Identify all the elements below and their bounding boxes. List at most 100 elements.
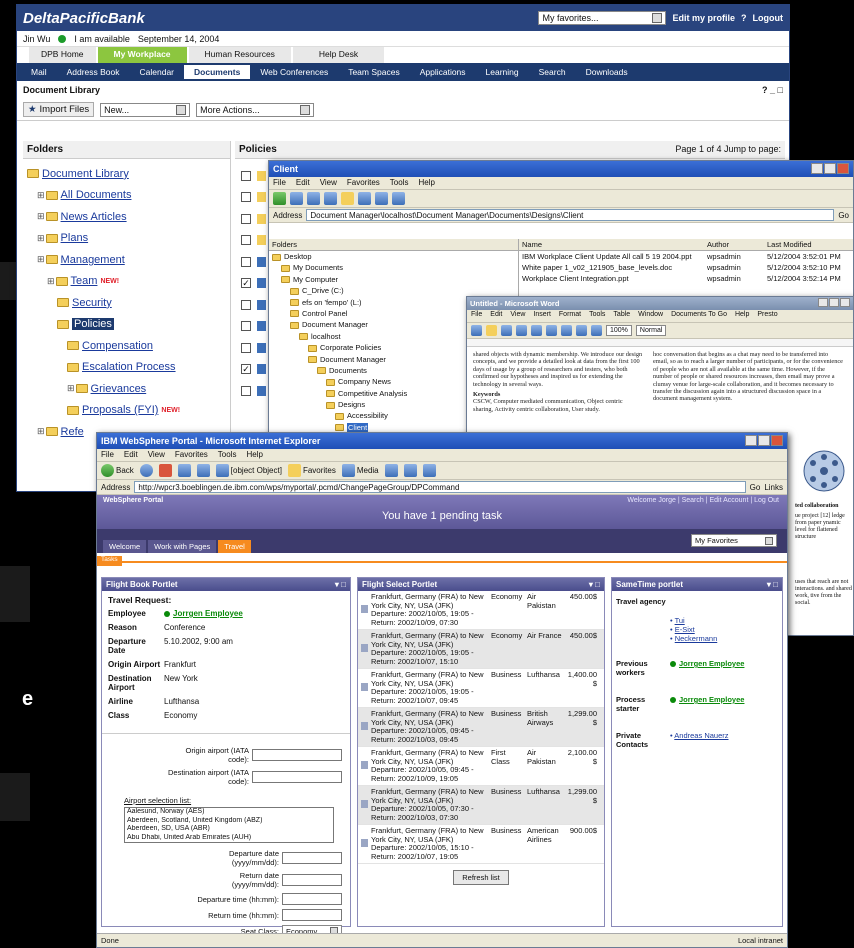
- airport-option[interactable]: Aalesund, Norway (AES): [127, 808, 323, 817]
- refresh-icon[interactable]: [177, 464, 191, 477]
- word-menu-tools[interactable]: Tools: [589, 311, 605, 321]
- policy-checkbox[interactable]: [241, 342, 251, 353]
- expand-icon[interactable]: ⊞: [37, 233, 45, 244]
- client-tree-item[interactable]: My Documents: [269, 262, 518, 273]
- close-icon[interactable]: [840, 298, 850, 307]
- policy-checkbox[interactable]: [241, 321, 251, 332]
- col-name[interactable]: Name: [522, 240, 707, 249]
- word-menu-edit[interactable]: Edit: [490, 311, 502, 321]
- open-icon[interactable]: [486, 325, 497, 336]
- back-icon[interactable]: [273, 192, 286, 205]
- policy-checkbox[interactable]: [241, 192, 251, 203]
- airport-listbox[interactable]: Aalesund, Norway (AES) Aberdeen, Scotland…: [124, 807, 334, 843]
- policy-checkbox[interactable]: [241, 213, 251, 224]
- folders-icon[interactable]: [341, 192, 354, 205]
- flight-option-row[interactable]: Frankfurt, Germany (FRA) to New York Cit…: [358, 708, 604, 747]
- search-button[interactable]: [object Object]: [215, 464, 282, 477]
- tab-help-desk[interactable]: Help Desk: [292, 47, 385, 63]
- menu-help[interactable]: Help: [418, 178, 434, 188]
- file-row[interactable]: IBM Workplace Client Update All call 5 1…: [519, 251, 853, 262]
- word-menu-docs-to-go[interactable]: Documents To Go: [671, 311, 727, 321]
- folder-tree-item[interactable]: Proposals (FYI) NEW!: [23, 400, 230, 422]
- cut-icon[interactable]: [546, 325, 557, 336]
- nav-address-book[interactable]: Address Book: [57, 67, 130, 77]
- nav-calendar[interactable]: Calendar: [130, 67, 185, 77]
- history-icon[interactable]: [384, 464, 398, 477]
- tab-travel[interactable]: Travel: [218, 540, 251, 553]
- portlet-menu-icon[interactable]: ▾ □: [589, 580, 600, 589]
- views-icon[interactable]: [392, 192, 405, 205]
- policy-checkbox[interactable]: [241, 299, 251, 310]
- media-button[interactable]: Media: [341, 464, 379, 477]
- flight-option-row[interactable]: Frankfurt, Germany (FRA) to New York Cit…: [358, 786, 604, 825]
- ret-date-input[interactable]: [282, 874, 342, 886]
- tab-human-resources[interactable]: Human Resources: [188, 47, 291, 63]
- style-select[interactable]: Normal: [635, 325, 667, 336]
- minimize-icon[interactable]: [811, 162, 823, 174]
- word-menu-table[interactable]: Table: [613, 311, 630, 321]
- folder-tree-item[interactable]: Compensation: [23, 335, 230, 357]
- menu-favorites[interactable]: Favorites: [347, 178, 380, 188]
- word-menu-window[interactable]: Window: [638, 311, 663, 321]
- ie-menu-help[interactable]: Help: [246, 450, 262, 460]
- folder-tree-item[interactable]: ⊞ All Documents: [23, 185, 230, 207]
- portlet-controls[interactable]: ? _ □: [762, 85, 783, 95]
- menu-view[interactable]: View: [320, 178, 337, 188]
- close-icon[interactable]: [771, 434, 783, 446]
- menu-edit[interactable]: Edit: [296, 178, 310, 188]
- word-menu-help[interactable]: Help: [735, 311, 749, 321]
- expand-icon[interactable]: ⊞: [67, 383, 75, 394]
- process-starter-link[interactable]: Jorrgen Employee: [679, 695, 744, 704]
- maximize-icon[interactable]: [829, 298, 839, 307]
- word-menu-file[interactable]: File: [471, 311, 482, 321]
- maximize-icon[interactable]: [824, 162, 836, 174]
- go-button[interactable]: Go: [750, 483, 761, 492]
- menu-file[interactable]: File: [273, 178, 286, 188]
- word-menu-presto[interactable]: Presto: [757, 311, 777, 321]
- expand-icon[interactable]: ⊞: [37, 190, 45, 201]
- maximize-icon[interactable]: [758, 434, 770, 446]
- up-icon[interactable]: [307, 192, 320, 205]
- folder-tree-item[interactable]: Document Library: [23, 163, 230, 185]
- forward-icon[interactable]: [290, 192, 303, 205]
- expand-icon[interactable]: ⊞: [37, 426, 45, 437]
- print-icon[interactable]: [516, 325, 527, 336]
- spell-icon[interactable]: [531, 325, 542, 336]
- nav-learning[interactable]: Learning: [476, 67, 529, 77]
- menu-tools[interactable]: Tools: [390, 178, 409, 188]
- favorites-button[interactable]: Favorites: [287, 464, 336, 477]
- back-button[interactable]: Back: [101, 464, 134, 477]
- tab-tasks[interactable]: Tasks: [97, 556, 122, 566]
- expand-icon[interactable]: ⊞: [37, 254, 45, 265]
- nav-documents[interactable]: Documents: [184, 65, 251, 79]
- nav-search[interactable]: Search: [529, 67, 576, 77]
- airport-option[interactable]: Aberdeen, SD, USA (ABR): [127, 825, 323, 834]
- dep-time-input[interactable]: [282, 893, 342, 905]
- pending-task-message[interactable]: You have 1 pending task: [97, 510, 787, 522]
- folder-tree-item[interactable]: Security: [23, 292, 230, 314]
- status-select[interactable]: I am available: [74, 34, 130, 44]
- folder-tree-item[interactable]: Escalation Process: [23, 357, 230, 379]
- edit-profile-link[interactable]: Edit my profile: [672, 13, 735, 23]
- minimize-icon[interactable]: [745, 434, 757, 446]
- expand-icon[interactable]: ⊞: [47, 276, 55, 287]
- nav-downloads[interactable]: Downloads: [576, 67, 638, 77]
- refresh-list-button[interactable]: Refresh list: [453, 870, 509, 885]
- zoom-select[interactable]: 100%: [606, 325, 632, 336]
- client-tree-item[interactable]: C_Drive (C:): [269, 285, 518, 296]
- airport-option[interactable]: Aberdeen, Scotland, United Kingdom (ABZ): [127, 817, 323, 826]
- links-button[interactable]: Links: [764, 483, 783, 492]
- favorites-select[interactable]: My favorites...: [538, 11, 667, 25]
- flight-option-row[interactable]: Frankfurt, Germany (FRA) to New York Cit…: [358, 591, 604, 630]
- tab-my-workplace[interactable]: My Workplace: [97, 47, 187, 63]
- tab-welcome[interactable]: Welcome: [103, 540, 147, 553]
- copy-icon[interactable]: [358, 192, 371, 205]
- new-select[interactable]: New...: [100, 102, 191, 117]
- ie-menu-edit[interactable]: Edit: [124, 450, 138, 460]
- employee-link[interactable]: Jorrgen Employee: [173, 609, 243, 618]
- policy-checkbox[interactable]: [241, 170, 251, 181]
- policy-checkbox[interactable]: ✓: [241, 364, 251, 375]
- flight-option-row[interactable]: Frankfurt, Germany (FRA) to New York Cit…: [358, 669, 604, 708]
- go-button[interactable]: Go: [838, 211, 849, 220]
- dest-airport-input[interactable]: [252, 771, 342, 783]
